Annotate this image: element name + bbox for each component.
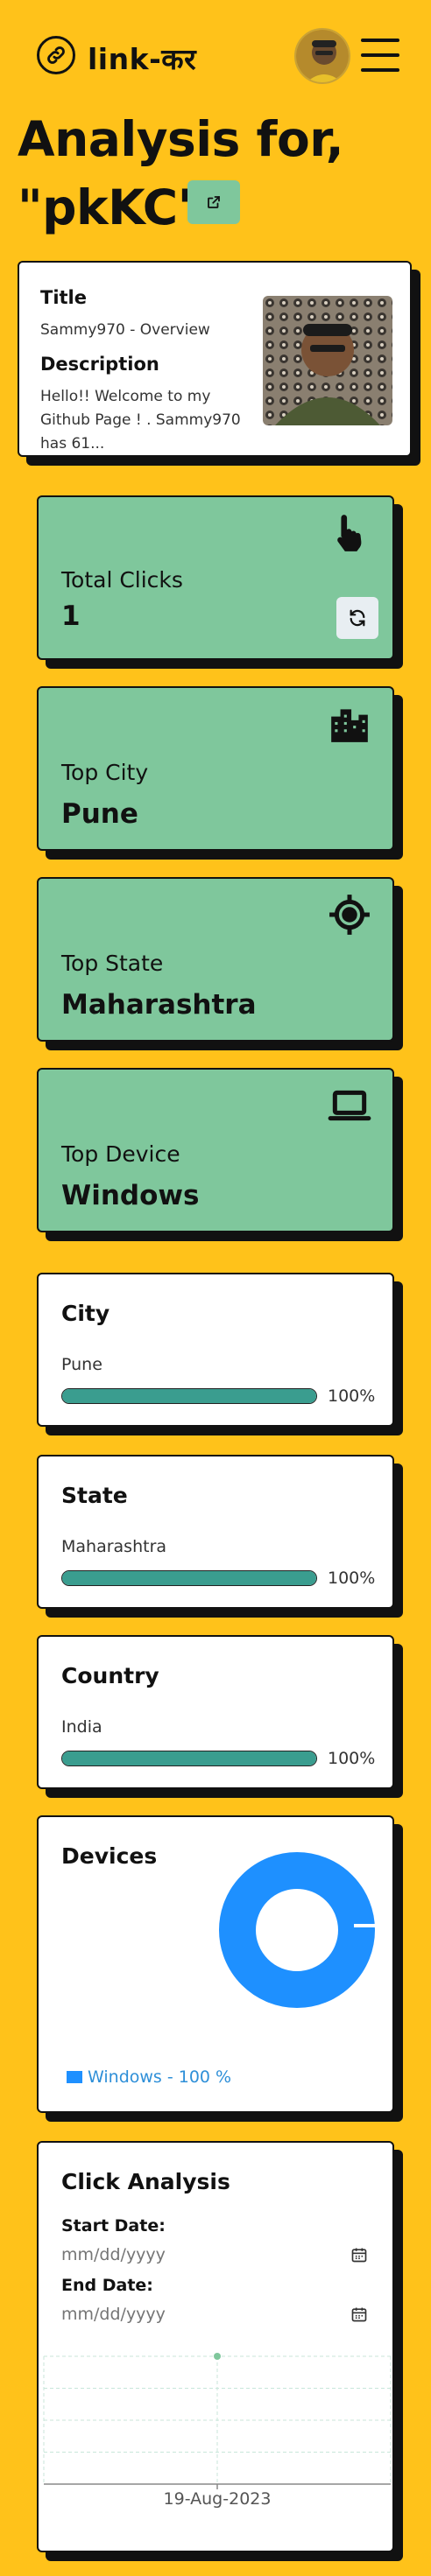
- devices-legend[interactable]: Windows - 100 %: [67, 2067, 231, 2087]
- devices-legend-label: Windows - 100 %: [88, 2067, 232, 2087]
- click-analysis-card: Click Analysis Start Date: End Date: 19-…: [37, 2141, 394, 2552]
- top-city-card: Top City Pune: [37, 686, 394, 851]
- country-breakdown-item: India: [61, 1717, 102, 1737]
- city-buildings-icon: [328, 702, 371, 746]
- crosshair-location-icon: [328, 893, 371, 937]
- description-label: Description: [40, 354, 159, 375]
- calendar-icon[interactable]: [350, 2306, 368, 2323]
- donut-slice-windows[interactable]: [219, 1852, 375, 2008]
- page-title: Analysis for, "pkKC": [18, 105, 344, 242]
- title-value: Sammy970 - Overview: [40, 321, 210, 339]
- refresh-button[interactable]: [336, 597, 378, 639]
- logo-text[interactable]: link-कर: [88, 39, 196, 78]
- donut-gap: [354, 1924, 380, 1927]
- start-date-label: Start Date:: [61, 2216, 166, 2236]
- progress-fill: [62, 1571, 316, 1585]
- top-city-value: Pune: [61, 798, 138, 830]
- total-clicks-card: Total Clicks 1: [37, 495, 394, 660]
- top-device-value: Windows: [61, 1180, 200, 1211]
- country-progress-bar: [61, 1751, 317, 1766]
- city-breakdown-card: City Pune 100%: [37, 1273, 394, 1427]
- page-title-line2: "pkKC": [18, 179, 202, 235]
- link-info-card: Title Sammy970 - Overview Description He…: [18, 261, 412, 457]
- top-device-card: Top Device Windows: [37, 1068, 394, 1232]
- end-date-label: End Date:: [61, 2276, 153, 2295]
- external-link-icon: [208, 196, 220, 208]
- end-date-input[interactable]: [61, 2300, 371, 2328]
- country-percent: 100%: [328, 1749, 376, 1768]
- total-clicks-value: 1: [61, 600, 81, 632]
- calendar-icon[interactable]: [350, 2246, 368, 2264]
- city-percent: 100%: [328, 1386, 376, 1406]
- city-breakdown-title: City: [61, 1301, 110, 1326]
- top-device-label: Top Device: [61, 1141, 180, 1167]
- devices-donut-chart[interactable]: [214, 1847, 380, 2013]
- link-icon[interactable]: [37, 36, 75, 74]
- top-state-value: Maharashtra: [61, 989, 257, 1021]
- description-value: Hello!! Welcome to my Github Page ! . Sa…: [40, 388, 241, 453]
- devices-title: Devices: [61, 1843, 158, 1869]
- laptop-icon: [328, 1084, 371, 1127]
- state-progress-bar: [61, 1570, 317, 1586]
- top-city-label: Top City: [61, 760, 149, 785]
- country-breakdown-card: Country India 100%: [37, 1635, 394, 1789]
- start-date-input[interactable]: [61, 2241, 371, 2269]
- devices-card: Devices Windows - 100 %: [37, 1815, 394, 2113]
- progress-fill: [62, 1751, 316, 1765]
- country-breakdown-title: Country: [61, 1663, 159, 1688]
- page-title-line1: Analysis for,: [18, 111, 344, 167]
- state-breakdown-card: State Maharashtra 100%: [37, 1455, 394, 1609]
- progress-fill: [62, 1389, 316, 1403]
- state-breakdown-title: State: [61, 1483, 128, 1508]
- pointer-hand-icon: [328, 511, 371, 555]
- legend-swatch: [67, 2071, 82, 2083]
- city-progress-bar: [61, 1388, 317, 1404]
- data-point[interactable]: [214, 2353, 221, 2360]
- total-clicks-label: Total Clicks: [61, 567, 183, 593]
- top-state-label: Top State: [61, 951, 164, 976]
- clicks-line-chart[interactable]: [39, 2344, 396, 2493]
- preview-image: [263, 296, 392, 425]
- top-state-card: Top State Maharashtra: [37, 877, 394, 1042]
- x-axis-tick-label: 19-Aug-2023: [163, 2489, 272, 2509]
- avatar[interactable]: [294, 28, 350, 84]
- hamburger-menu-icon[interactable]: [361, 39, 399, 72]
- refresh-icon: [350, 609, 365, 627]
- state-percent: 100%: [328, 1569, 376, 1588]
- open-link-button[interactable]: [187, 180, 240, 224]
- state-breakdown-item: Maharashtra: [61, 1537, 167, 1556]
- title-label: Title: [40, 287, 88, 308]
- navbar: link-कर: [0, 0, 431, 114]
- click-analysis-title: Click Analysis: [61, 2169, 230, 2194]
- city-breakdown-item: Pune: [61, 1355, 102, 1374]
